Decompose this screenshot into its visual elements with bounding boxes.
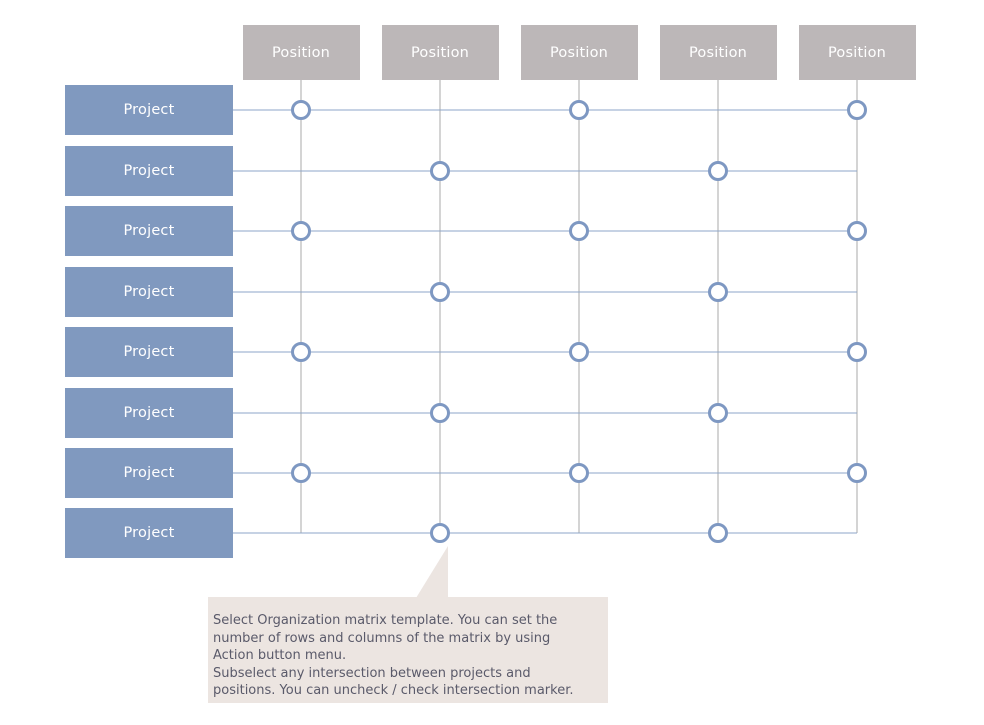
position-header-label: Position	[688, 44, 748, 61]
position-header-label: Position	[410, 44, 470, 61]
intersection-marker-r3-c1[interactable]	[291, 221, 311, 241]
project-box-2[interactable]: Project	[65, 146, 233, 196]
project-box-label: Project	[123, 102, 175, 118]
project-box-label: Project	[123, 405, 175, 421]
intersection-marker-r1-c3[interactable]	[569, 100, 589, 120]
project-box-3[interactable]: Project	[65, 206, 233, 256]
position-header-3[interactable]: Position	[520, 25, 638, 80]
position-header-5[interactable]: Position	[798, 25, 916, 80]
position-header-2[interactable]: Position	[381, 25, 499, 80]
project-box-label: Project	[123, 284, 175, 300]
callout-pointer-icon	[416, 546, 448, 598]
intersection-marker-r7-c1[interactable]	[291, 463, 311, 483]
project-box-6[interactable]: Project	[65, 388, 233, 438]
intersection-marker-r4-c4[interactable]	[708, 282, 728, 302]
project-box-label: Project	[123, 163, 175, 179]
position-header-4[interactable]: Position	[659, 25, 777, 80]
intersection-marker-r2-c2[interactable]	[430, 161, 450, 181]
project-box-label: Project	[123, 465, 175, 481]
position-header-1[interactable]: Position	[242, 25, 360, 80]
project-box-8[interactable]: Project	[65, 508, 233, 558]
project-box-1[interactable]: Project	[65, 85, 233, 135]
intersection-marker-r8-c2[interactable]	[430, 523, 450, 543]
project-box-4[interactable]: Project	[65, 267, 233, 317]
intersection-marker-r3-c5[interactable]	[847, 221, 867, 241]
intersection-marker-r7-c3[interactable]	[569, 463, 589, 483]
organization-matrix-diagram: Position Position Position Position Position…	[0, 0, 984, 725]
position-header-label: Position	[549, 44, 609, 61]
project-box-label: Project	[123, 344, 175, 360]
project-box-7[interactable]: Project	[65, 448, 233, 498]
project-box-label: Project	[123, 223, 175, 239]
intersection-marker-r6-c4[interactable]	[708, 403, 728, 423]
intersection-marker-r7-c5[interactable]	[847, 463, 867, 483]
intersection-marker-r5-c1[interactable]	[291, 342, 311, 362]
intersection-marker-r1-c5[interactable]	[847, 100, 867, 120]
intersection-marker-r4-c2[interactable]	[430, 282, 450, 302]
project-box-label: Project	[123, 525, 175, 541]
intersection-marker-r5-c5[interactable]	[847, 342, 867, 362]
intersection-marker-r3-c3[interactable]	[569, 221, 589, 241]
intersection-marker-r2-c4[interactable]	[708, 161, 728, 181]
intersection-marker-r6-c2[interactable]	[430, 403, 450, 423]
position-header-label: Position	[827, 44, 887, 61]
intersection-marker-r8-c4[interactable]	[708, 523, 728, 543]
position-header-label: Position	[271, 44, 331, 61]
project-box-5[interactable]: Project	[65, 327, 233, 377]
intersection-marker-r1-c1[interactable]	[291, 100, 311, 120]
intersection-marker-r5-c3[interactable]	[569, 342, 589, 362]
callout-text: Select Organization matrix template. You…	[213, 613, 574, 698]
